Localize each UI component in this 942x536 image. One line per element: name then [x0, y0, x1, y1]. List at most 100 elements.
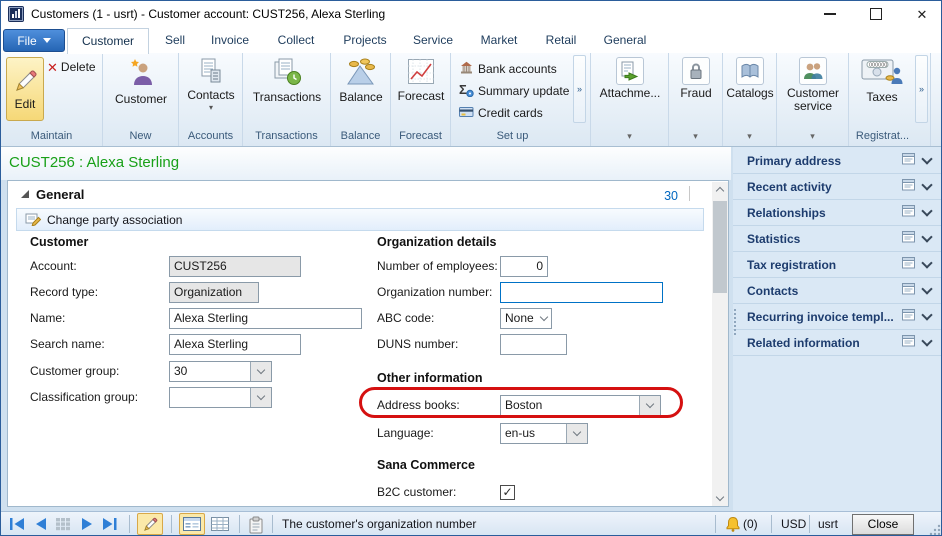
- currency-indicator[interactable]: USD: [781, 517, 806, 531]
- chevron-down-icon[interactable]: ▾: [723, 128, 776, 144]
- summary-update-button[interactable]: Σ Summary update: [459, 81, 569, 101]
- chevron-down-icon[interactable]: [921, 231, 932, 242]
- chevron-down-icon[interactable]: ▾: [591, 128, 668, 144]
- name-field[interactable]: Alexa Sterling: [169, 308, 362, 329]
- chevron-down-icon[interactable]: [921, 179, 932, 190]
- fraud-button[interactable]: Fraud: [669, 57, 723, 100]
- open-window-icon[interactable]: [902, 309, 915, 324]
- tab-general[interactable]: General: [591, 28, 659, 53]
- customer-service-button[interactable]: Customer service: [777, 57, 849, 113]
- attachments-button[interactable]: Attachme...: [591, 57, 669, 100]
- credit-cards-button[interactable]: Credit cards: [459, 103, 543, 123]
- factbox-contacts[interactable]: Contacts: [733, 278, 942, 304]
- setup-overflow-button[interactable]: »: [573, 55, 586, 123]
- resize-grip[interactable]: [929, 524, 941, 536]
- catalogs-button[interactable]: Catalogs: [723, 57, 777, 100]
- combo-arrow-button[interactable]: [566, 424, 587, 443]
- collapse-triangle-icon[interactable]: [21, 190, 29, 198]
- grid-view-button[interactable]: [207, 513, 233, 535]
- open-window-icon[interactable]: [902, 257, 915, 272]
- taxes-button[interactable]: 000000 Taxes: [851, 58, 913, 104]
- first-record-button[interactable]: [9, 517, 27, 534]
- chevron-down-icon[interactable]: ▾: [777, 128, 848, 144]
- next-record-button[interactable]: [79, 517, 95, 534]
- chevron-down-icon[interactable]: [921, 283, 932, 294]
- last-record-button[interactable]: [101, 517, 119, 534]
- notifications-bell-icon[interactable]: [725, 516, 741, 536]
- open-window-icon[interactable]: [902, 179, 915, 194]
- minimize-button[interactable]: [813, 1, 847, 27]
- document-handling-button[interactable]: [248, 516, 264, 536]
- form-view-button[interactable]: [179, 513, 205, 535]
- address-books-value: Boston: [501, 396, 639, 415]
- scroll-up-button[interactable]: [712, 182, 728, 198]
- tab-retail[interactable]: Retail: [533, 28, 589, 53]
- combo-arrow-button[interactable]: [250, 388, 271, 407]
- combo-arrow-button[interactable]: [250, 362, 271, 381]
- grid-records-button[interactable]: [55, 517, 71, 534]
- pane-resize-handle[interactable]: [734, 309, 739, 335]
- factbox-relationships[interactable]: Relationships: [733, 200, 942, 226]
- close-window-button[interactable]: ✕: [905, 1, 939, 27]
- factbox-tax-registration[interactable]: Tax registration: [733, 252, 942, 278]
- notification-count[interactable]: (0): [743, 517, 758, 531]
- tab-invoice[interactable]: Invoice: [199, 28, 261, 53]
- close-form-button[interactable]: Close: [852, 514, 914, 535]
- previous-record-button[interactable]: [33, 517, 49, 534]
- org-number-field[interactable]: [500, 282, 663, 303]
- open-window-icon[interactable]: [902, 153, 915, 168]
- chevron-down-icon[interactable]: [921, 309, 932, 320]
- factbox-recent-activity[interactable]: Recent activity: [733, 174, 942, 200]
- tab-projects[interactable]: Projects: [331, 28, 399, 53]
- tab-customer[interactable]: Customer: [67, 28, 149, 54]
- customer-group-combo[interactable]: 30: [169, 361, 272, 382]
- address-books-combo[interactable]: Boston: [500, 395, 661, 416]
- scrollbar-thumb[interactable]: [713, 201, 727, 293]
- tab-sell[interactable]: Sell: [151, 28, 199, 53]
- file-menu-button[interactable]: File: [3, 29, 65, 52]
- chevron-down-icon[interactable]: ▾: [669, 128, 722, 144]
- employees-field[interactable]: 0: [500, 256, 548, 277]
- open-window-icon[interactable]: [902, 231, 915, 246]
- tab-collect[interactable]: Collect: [263, 28, 329, 53]
- open-window-icon[interactable]: [902, 205, 915, 220]
- language-combo[interactable]: en-us: [500, 423, 588, 444]
- account-field[interactable]: CUST256: [169, 256, 301, 277]
- contacts-button[interactable]: Contacts ▾: [179, 58, 243, 112]
- tab-market[interactable]: Market: [467, 28, 531, 53]
- factbox-primary-address[interactable]: Primary address: [733, 148, 942, 174]
- user-indicator[interactable]: usrt: [818, 517, 838, 531]
- chevron-down-icon[interactable]: [921, 257, 932, 268]
- open-window-icon[interactable]: [902, 283, 915, 298]
- balance-button[interactable]: Balance: [331, 58, 391, 104]
- factbox-recurring-invoice-template[interactable]: Recurring invoice templ...: [733, 304, 942, 330]
- factbox-statistics[interactable]: Statistics: [733, 226, 942, 252]
- combo-arrow-button[interactable]: [639, 396, 660, 415]
- scroll-down-button[interactable]: [712, 490, 728, 506]
- b2c-customer-checkbox[interactable]: ✓: [500, 485, 515, 500]
- delete-button[interactable]: ✕ Delete: [47, 60, 96, 74]
- transactions-button[interactable]: Transactions: [243, 58, 331, 104]
- forecast-button[interactable]: Forecast: [391, 58, 451, 103]
- bank-accounts-button[interactable]: Bank accounts: [459, 59, 557, 79]
- edit-button[interactable]: Edit: [6, 57, 44, 121]
- edit-mode-toggle-button[interactable]: [137, 513, 163, 535]
- tab-service[interactable]: Service: [401, 28, 465, 53]
- search-name-field[interactable]: Alexa Sterling: [169, 334, 301, 355]
- chevron-down-icon[interactable]: [921, 205, 932, 216]
- abc-code-combo[interactable]: None: [500, 308, 552, 329]
- maximize-button[interactable]: [859, 1, 893, 27]
- combo-arrow-button[interactable]: [541, 309, 551, 328]
- vertical-scrollbar[interactable]: [712, 182, 728, 506]
- open-window-icon[interactable]: [902, 335, 915, 350]
- factbox-related-information[interactable]: Related information: [733, 330, 942, 356]
- registration-overflow-button[interactable]: »: [915, 55, 928, 123]
- chevron-down-icon[interactable]: [921, 153, 932, 164]
- chevron-down-icon[interactable]: [921, 335, 932, 346]
- classification-group-combo[interactable]: [169, 387, 272, 408]
- duns-field[interactable]: [500, 334, 567, 355]
- section-title[interactable]: General: [36, 187, 84, 202]
- change-party-association-button[interactable]: Change party association: [16, 208, 704, 231]
- record-type-field[interactable]: Organization: [169, 282, 259, 303]
- customer-button[interactable]: Customer: [103, 58, 179, 106]
